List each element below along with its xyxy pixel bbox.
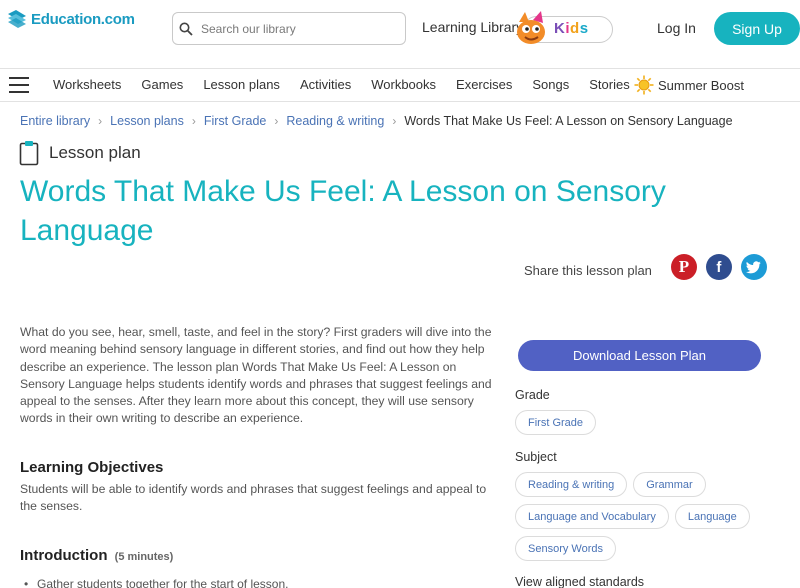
main-nav: Worksheets Games Lesson plans Activities… — [0, 68, 800, 102]
breadcrumb-current: Words That Make Us Feel: A Lesson on Sen… — [404, 114, 733, 128]
subject-tags-row-2: Language and Vocabulary Language — [515, 504, 795, 536]
objectives-heading: Learning Objectives — [20, 459, 164, 476]
content-type-label: Lesson plan — [49, 143, 141, 162]
introduction-duration: (5 minutes) — [114, 551, 174, 563]
hamburger-menu-icon[interactable] — [9, 77, 29, 93]
tag-language[interactable]: Language — [674, 504, 750, 529]
subject-label: Subject — [515, 450, 557, 464]
breadcrumb-reading-writing[interactable]: Reading & writing — [286, 114, 384, 128]
content-type: Lesson plan — [19, 140, 141, 166]
share-label: Share this lesson plan — [524, 262, 652, 278]
breadcrumb-first-grade[interactable]: First Grade — [204, 114, 267, 128]
summer-boost-label: Summer Boost — [658, 77, 744, 93]
search-box[interactable] — [172, 12, 406, 45]
tag-reading-writing[interactable]: Reading & writing — [515, 472, 628, 497]
view-aligned-standards-link[interactable]: View aligned standards — [515, 575, 644, 588]
breadcrumb: Entire library › Lesson plans › First Gr… — [20, 114, 733, 128]
nav-item-activities[interactable]: Activities — [300, 77, 351, 92]
signup-button[interactable]: Sign Up — [714, 12, 800, 45]
tag-language-and-vocabulary[interactable]: Language and Vocabulary — [515, 504, 669, 529]
education-logo[interactable]: Education.com — [6, 8, 135, 30]
nav-item-songs[interactable]: Songs — [532, 77, 569, 92]
grade-tags: First Grade — [515, 410, 795, 442]
tag-first-grade[interactable]: First Grade — [515, 410, 597, 435]
grade-label: Grade — [515, 388, 550, 402]
list-item: Gather students together for the start o… — [24, 577, 289, 588]
breadcrumb-entire-library[interactable]: Entire library — [20, 114, 90, 128]
site-header: Education.com Learning Library Kids Log … — [0, 0, 800, 60]
chevron-right-icon: › — [191, 114, 196, 128]
subject-tags-row-1: Reading & writing Grammar — [515, 472, 795, 504]
nav-item-workbooks[interactable]: Workbooks — [371, 77, 436, 92]
nav-items: Worksheets Games Lesson plans Activities… — [53, 77, 650, 92]
introduction-heading: Introduction (5 minutes) — [20, 547, 173, 564]
download-lesson-plan-button[interactable]: Download Lesson Plan — [518, 340, 761, 371]
chevron-right-icon: › — [274, 114, 279, 128]
logo-icon — [8, 10, 26, 28]
share-bar: Share this lesson plan P f — [524, 254, 767, 280]
sun-icon — [634, 75, 654, 95]
page-title: Words That Make Us Feel: A Lesson on Sen… — [20, 175, 666, 247]
facebook-icon[interactable]: f — [705, 254, 732, 280]
breadcrumb-lesson-plans[interactable]: Lesson plans — [110, 114, 184, 128]
nav-item-exercises[interactable]: Exercises — [456, 77, 512, 92]
lesson-description: What do you see, hear, smell, taste, and… — [20, 325, 492, 426]
nav-item-lesson-plans[interactable]: Lesson plans — [203, 77, 280, 92]
subject-tags-row-3: Sensory Words — [515, 536, 795, 568]
kids-link[interactable]: Kids — [513, 11, 614, 45]
introduction-title: Introduction — [20, 547, 108, 564]
nav-item-summer-boost[interactable]: Summer Boost — [634, 75, 744, 95]
twitter-icon[interactable] — [740, 254, 767, 280]
logo-text: Education.com — [31, 10, 135, 28]
kids-label: Kids — [554, 20, 589, 37]
tag-sensory-words[interactable]: Sensory Words — [515, 536, 616, 561]
nav-item-games[interactable]: Games — [141, 77, 183, 92]
search-icon — [179, 22, 193, 36]
pinterest-icon[interactable]: P — [670, 254, 697, 280]
learning-library-link[interactable]: Learning Library — [422, 19, 520, 35]
search-input[interactable] — [201, 21, 391, 36]
clipboard-icon — [19, 141, 39, 166]
nav-item-stories[interactable]: Stories — [589, 77, 629, 92]
twitter-bird-glyph — [746, 260, 762, 273]
kids-mascot-icon — [517, 11, 545, 44]
chevron-right-icon: › — [98, 114, 103, 128]
tag-grammar[interactable]: Grammar — [633, 472, 706, 497]
objectives-text: Students will be able to identify words … — [20, 482, 487, 514]
chevron-right-icon: › — [392, 114, 397, 128]
login-link[interactable]: Log In — [657, 20, 696, 36]
nav-item-worksheets[interactable]: Worksheets — [53, 77, 121, 92]
